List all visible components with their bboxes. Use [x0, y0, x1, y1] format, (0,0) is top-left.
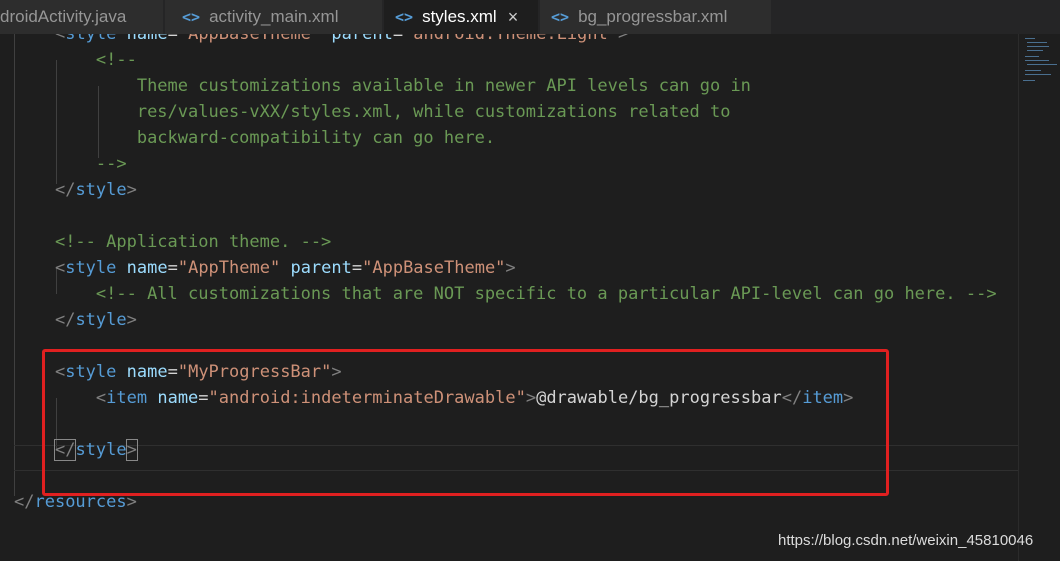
tab-bg-progressbar-xml[interactable]: <> bg_progressbar.xml — [540, 0, 772, 34]
code-line: <style name="AppTheme" parent="AppBaseTh… — [54, 258, 516, 278]
code-line: <!-- All customizations that are NOT spe… — [95, 284, 997, 304]
code-line: <style name="AppBaseTheme" parent="andro… — [54, 34, 629, 44]
tab-label: droidActivity.java — [0, 7, 127, 26]
tab-droid-activity-java[interactable]: droidActivity.java — [0, 0, 164, 34]
code-line: <!-- Application theme. --> — [54, 232, 332, 252]
tab-label: bg_progressbar.xml — [578, 7, 728, 26]
tab-activity-main-xml[interactable]: <> activity_main.xml — [165, 0, 383, 34]
annotation-highlight-box — [42, 349, 889, 496]
tab-styles-xml[interactable]: <> styles.xml × — [384, 0, 539, 34]
code-line: res/values-vXX/styles.xml, while customi… — [136, 102, 731, 122]
code-line: </style> — [54, 310, 137, 330]
code-line: Theme customizations available in newer … — [136, 76, 751, 96]
code-line: </style> — [54, 180, 137, 200]
xml-file-icon: <> — [182, 8, 201, 26]
xml-file-icon: <> — [395, 8, 414, 26]
code-line: <!-- — [95, 50, 137, 70]
tab-label: styles.xml — [422, 7, 497, 26]
xml-file-icon: <> — [551, 8, 570, 26]
watermark-url: https://blog.csdn.net/weixin_45810046 — [778, 532, 1034, 549]
minimap[interactable] — [1018, 34, 1060, 561]
tab-label: activity_main.xml — [209, 7, 339, 26]
close-icon[interactable]: × — [508, 7, 519, 28]
editor-tab-bar: droidActivity.java <> activity_main.xml … — [0, 0, 1060, 34]
code-line: --> — [95, 154, 127, 174]
code-line: backward-compatibility can go here. — [136, 128, 496, 148]
